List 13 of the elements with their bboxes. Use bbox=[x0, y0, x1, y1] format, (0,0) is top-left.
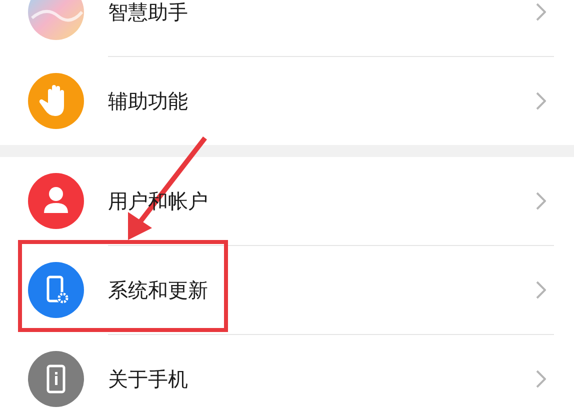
chevron-icon bbox=[536, 192, 546, 210]
chevron-icon bbox=[536, 281, 546, 299]
settings-item[interactable]: 智慧助手 bbox=[0, 0, 574, 56]
settings-item[interactable]: 关于手机 bbox=[0, 335, 574, 420]
chevron-icon bbox=[536, 92, 546, 110]
item-label: 辅助功能 bbox=[108, 88, 189, 115]
chevron-icon bbox=[536, 370, 546, 388]
settings-item[interactable]: 系统和更新 bbox=[0, 246, 574, 334]
item-label: 智慧助手 bbox=[108, 0, 189, 26]
chevron-icon bbox=[536, 3, 546, 21]
item-label: 系统和更新 bbox=[108, 277, 209, 304]
settings-item[interactable]: 辅助功能 bbox=[0, 57, 574, 145]
item-label: 关于手机 bbox=[108, 366, 189, 393]
